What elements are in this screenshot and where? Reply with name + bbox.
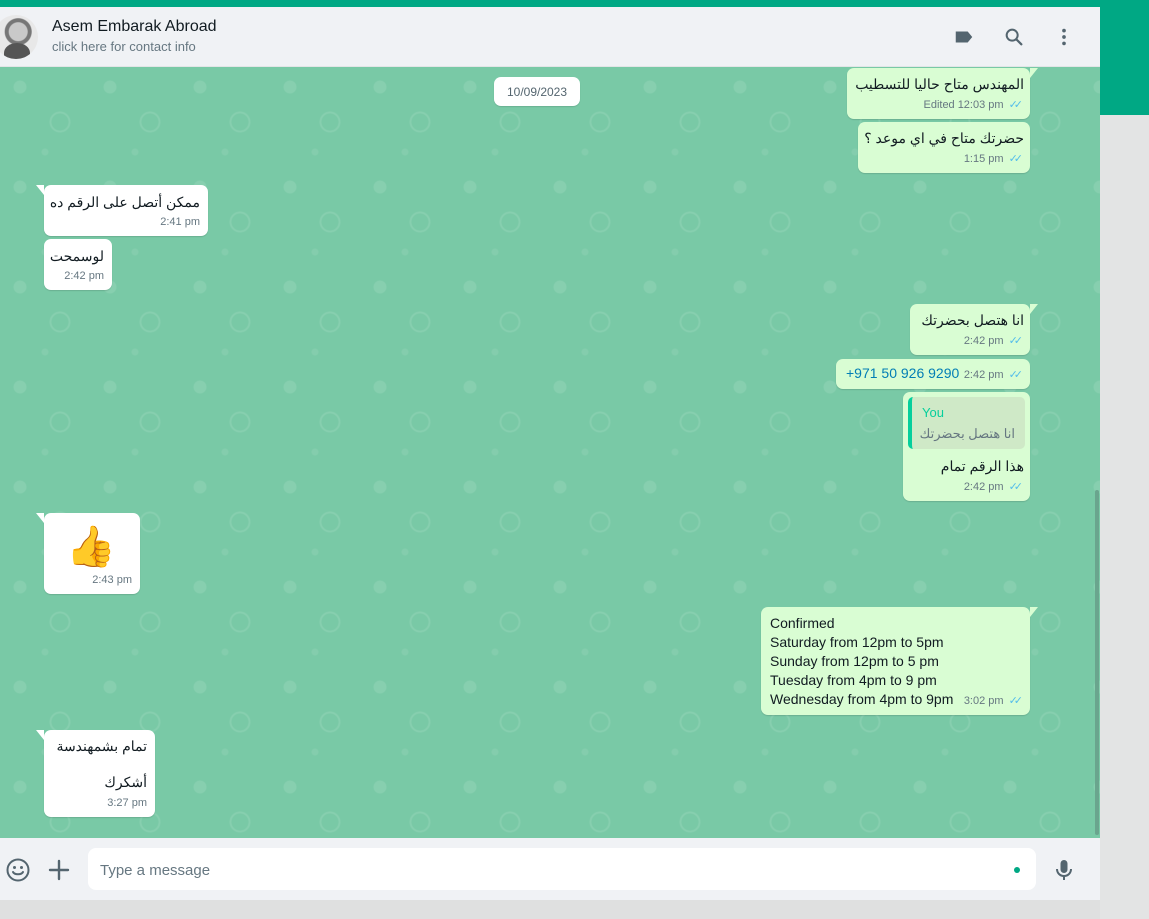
message-line: Confirmed (770, 615, 835, 631)
microphone-icon[interactable] (1051, 857, 1077, 883)
message-meta: Edited 12:03 pm ✓✓ (923, 96, 1024, 115)
side-background-panel (1100, 115, 1149, 919)
read-ticks-icon: ✓✓ (1008, 99, 1024, 111)
edited-label: Edited (923, 99, 955, 111)
menu-icon[interactable] (1052, 25, 1076, 49)
message-text: هذا الرقم تمام (940, 458, 1024, 474)
message-line: Wednesday from 4pm to 9pm (770, 691, 954, 707)
message-text: المهندس متاح حاليا للتسطيب (855, 76, 1024, 92)
message-line: Saturday from 12pm to 5pm (770, 634, 944, 650)
message-bubble-outgoing[interactable]: المهندس متاح حاليا للتسطيب Edited 12:03 … (847, 68, 1038, 119)
message-input[interactable] (98, 854, 982, 886)
top-accent-stripe (0, 0, 1149, 7)
status-dot-icon (1014, 867, 1020, 873)
side-accent-panel (1100, 0, 1149, 115)
quoted-message[interactable]: You انا هتصل بحضرتك (908, 397, 1025, 449)
message-time: 2:42 pm (963, 481, 1004, 493)
message-bubble-outgoing[interactable]: +971 50 926 9290 2:42 pm ✓✓ (836, 359, 1030, 389)
message-meta: 3:02 pm ✓✓ (963, 692, 1024, 711)
message-line: تمام بشمهندسة (56, 738, 147, 754)
thumbs-up-emoji: 👍 (66, 525, 116, 569)
message-line: Sunday from 12pm to 5 pm (770, 653, 939, 669)
message-input-container[interactable] (88, 848, 1036, 890)
quote-author: You (922, 405, 944, 420)
message-meta: 2:42 pm ✓✓ (963, 366, 1024, 385)
message-time: 3:27 pm (107, 797, 147, 809)
message-bubble-outgoing[interactable]: حضرتك متاح في اي موعد ؟ 1:15 pm ✓✓ (858, 122, 1030, 173)
quote-text: انا هتصل بحضرتك (919, 426, 1015, 441)
attach-plus-icon[interactable] (46, 857, 72, 883)
read-ticks-icon: ✓✓ (1008, 369, 1024, 381)
message-bubble-incoming[interactable]: تمام بشمهندسة أشكرك 3:27 pm (36, 730, 155, 817)
contact-name[interactable]: Asem Embarak Abroad (52, 18, 217, 36)
message-bubble-outgoing[interactable]: انا هتصل بحضرتك 2:42 pm ✓✓ (910, 304, 1038, 355)
message-composer-bar (0, 838, 1100, 900)
message-time: 2:42 pm (963, 335, 1004, 347)
chat-panel[interactable]: 10/09/2023 المهندس متاح حاليا للتسطيب Ed… (0, 67, 1100, 838)
message-text: حضرتك متاح في اي موعد ؟ (864, 130, 1024, 146)
message-time: 1:15 pm (963, 153, 1004, 165)
read-ticks-icon: ✓✓ (1008, 335, 1024, 347)
message-text: لوسمحت (49, 248, 104, 264)
avatar[interactable] (0, 15, 38, 59)
message-bubble-incoming[interactable]: 👍 2:43 pm (36, 513, 140, 594)
read-ticks-icon: ✓✓ (1008, 153, 1024, 165)
message-line: أشكرك (104, 774, 147, 790)
message-meta: 2:42 pm ✓✓ (963, 332, 1024, 351)
message-text: ممكن أتصل على الرقم ده (49, 194, 200, 210)
search-icon[interactable] (1002, 25, 1026, 49)
read-ticks-icon: ✓✓ (1008, 481, 1024, 493)
chat-header[interactable]: Asem Embarak Abroad click here for conta… (0, 7, 1100, 67)
message-time: 2:42 pm (963, 369, 1004, 381)
label-icon[interactable] (952, 25, 976, 49)
message-time: 2:41 pm (160, 216, 200, 228)
message-time: 12:03 pm (957, 99, 1004, 111)
message-bubble-incoming[interactable]: لوسمحت 2:42 pm (44, 239, 112, 290)
phone-number-link[interactable]: +971 50 926 9290 (846, 364, 959, 383)
message-bubble-outgoing[interactable]: Confirmed Saturday from 12pm to 5pm Sund… (761, 607, 1038, 715)
read-ticks-icon: ✓✓ (1008, 695, 1024, 707)
scrollbar[interactable] (1095, 490, 1099, 835)
message-time: 2:42 pm (64, 270, 104, 282)
emoji-icon[interactable] (5, 857, 31, 883)
message-bubble-reply[interactable]: You انا هتصل بحضرتك هذا الرقم تمام 2:42 … (903, 392, 1030, 501)
message-bubble-incoming[interactable]: ممكن أتصل على الرقم ده 2:41 pm (36, 185, 208, 236)
message-time: 2:43 pm (92, 574, 132, 586)
message-meta: 2:42 pm ✓✓ (963, 478, 1024, 497)
message-meta: 1:15 pm ✓✓ (963, 150, 1024, 169)
message-text: انا هتصل بحضرتك (921, 312, 1024, 328)
message-line: Tuesday from 4pm to 9 pm (770, 672, 937, 688)
bottom-background (0, 900, 1100, 919)
date-chip: 10/09/2023 (494, 77, 580, 106)
message-time: 3:02 pm (963, 695, 1004, 707)
contact-info-link[interactable]: click here for contact info (52, 39, 196, 54)
